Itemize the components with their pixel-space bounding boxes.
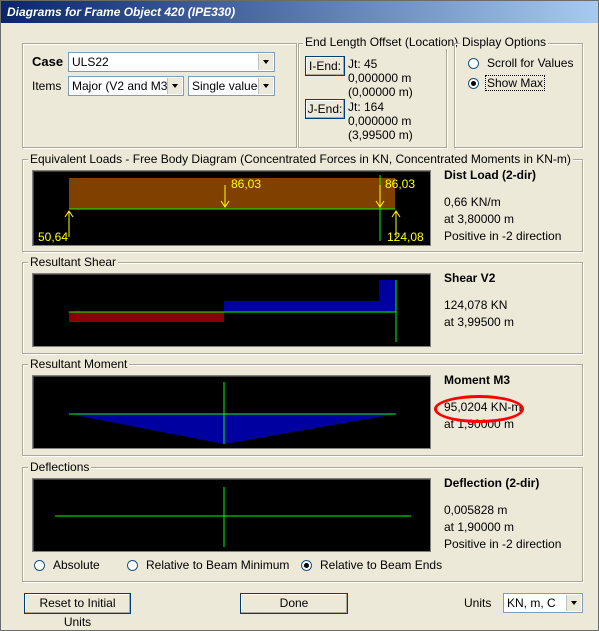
moment-highlight-ellipse xyxy=(434,395,524,423)
scroll-for-values-label[interactable]: Scroll for Values xyxy=(487,56,573,70)
moment-title: Moment M3 xyxy=(444,373,510,387)
units-select[interactable]: KN, m, C xyxy=(503,593,583,613)
shear-at: at 3,99500 m xyxy=(444,315,515,329)
load-label-right: 86,03 xyxy=(385,177,415,191)
chevron-down-icon[interactable] xyxy=(167,78,182,94)
fbd-diagram: 86,03 86,03 50,64 124,08 xyxy=(38,175,424,244)
relative-min-label[interactable]: Relative to Beam Minimum xyxy=(146,558,289,572)
moment-region xyxy=(69,414,396,444)
value-mode-value: Single valued xyxy=(192,79,265,93)
done-button[interactable]: Done xyxy=(240,593,348,614)
shear-positive-region xyxy=(224,301,396,312)
deflection-note: Positive in -2 direction xyxy=(444,537,562,551)
deflection-at: at 1,90000 m xyxy=(444,520,515,534)
shear-legend: Resultant Shear xyxy=(28,255,119,269)
items-label: Items xyxy=(32,79,62,93)
j-end-joint: Jt: 164 xyxy=(348,100,385,114)
items-select-value: Major (V2 and M3) xyxy=(72,79,172,93)
chevron-down-icon[interactable] xyxy=(258,54,273,70)
case-select-value: ULS22 xyxy=(72,55,109,69)
shear-info: Shear V2 124,078 KN at 3,99500 m xyxy=(444,270,514,331)
absolute-label[interactable]: Absolute xyxy=(53,558,100,572)
deflection-info: Deflection (2-dir) 0,005828 m at 1,90000… xyxy=(444,475,561,553)
shear-value: 124,078 KN xyxy=(444,298,508,312)
shear-peak-region xyxy=(379,280,396,301)
absolute-radio[interactable] xyxy=(34,560,45,571)
moment-diagram xyxy=(69,382,396,444)
deflection-value: 0,005828 m xyxy=(444,503,508,517)
shear-negative-region xyxy=(69,312,224,322)
deflection-diagram xyxy=(55,487,411,547)
fbd-legend: Equivalent Loads - Free Body Diagram (Co… xyxy=(28,152,573,166)
deflection-title: Deflection (2-dir) xyxy=(444,476,540,490)
j-end-info: Jt: 164 0,000000 m (3,99500 m) xyxy=(348,100,413,142)
i-end-offset: 0,000000 m xyxy=(348,71,412,85)
diagram-window: Diagrams for Frame Object 420 (IPE330) C… xyxy=(0,0,599,631)
items-select[interactable]: Major (V2 and M3) xyxy=(68,76,184,96)
units-label: Units xyxy=(464,596,492,610)
i-end-joint: Jt: 45 xyxy=(348,57,378,71)
shear-diagram xyxy=(69,280,397,342)
j-end-offset: 0,000000 m xyxy=(348,114,412,128)
reaction-label-right: 124,08 xyxy=(387,230,424,244)
j-end-button[interactable]: J-End: xyxy=(305,99,345,119)
show-max-radio[interactable] xyxy=(468,78,479,89)
load-label-left: 86,03 xyxy=(231,177,261,191)
window-title: Diagrams for Frame Object 420 (IPE330) xyxy=(7,5,236,19)
i-end-location: (0,00000 m) xyxy=(348,85,413,99)
fbd-value: 0,66 KN/m xyxy=(444,195,501,209)
relative-min-radio[interactable] xyxy=(127,560,138,571)
shear-title: Shear V2 xyxy=(444,271,496,285)
deflection-legend: Deflections xyxy=(28,460,92,474)
show-max-label[interactable]: Show Max xyxy=(485,75,546,91)
fbd-plot: 86,03 86,03 50,64 124,08 xyxy=(32,170,431,246)
fbd-info: Dist Load (2-dir) 0,66 KN/m at 3,80000 m… xyxy=(444,167,561,245)
relative-ends-radio[interactable] xyxy=(301,560,312,571)
reaction-label-left: 50,64 xyxy=(38,230,68,244)
moment-plot xyxy=(32,375,431,449)
i-end-info: Jt: 45 0,000000 m (0,00000 m) xyxy=(348,57,413,99)
case-label: Case xyxy=(32,54,64,69)
fbd-title: Dist Load (2-dir) xyxy=(444,168,536,182)
scroll-for-values-radio[interactable] xyxy=(468,58,479,69)
end-offset-legend: End Length Offset (Location) xyxy=(303,35,461,49)
i-end-button[interactable]: I-End: xyxy=(305,56,345,76)
value-mode-select[interactable]: Single valued xyxy=(188,76,275,96)
moment-legend: Resultant Moment xyxy=(28,357,130,371)
title-bar: Diagrams for Frame Object 420 (IPE330) xyxy=(1,1,598,23)
units-select-value: KN, m, C xyxy=(507,596,556,610)
chevron-down-icon[interactable] xyxy=(258,78,273,94)
fbd-note: Positive in -2 direction xyxy=(444,229,562,243)
chevron-down-icon[interactable] xyxy=(566,595,581,611)
case-select[interactable]: ULS22 xyxy=(68,52,275,72)
deflection-plot xyxy=(32,478,431,552)
j-end-location: (3,99500 m) xyxy=(348,128,413,142)
fbd-at: at 3,80000 m xyxy=(444,212,515,226)
reset-units-button[interactable]: Reset to Initial Units xyxy=(24,593,131,629)
shear-plot xyxy=(32,273,431,347)
display-options-legend: Display Options xyxy=(460,35,549,49)
relative-ends-label[interactable]: Relative to Beam Ends xyxy=(320,558,442,572)
